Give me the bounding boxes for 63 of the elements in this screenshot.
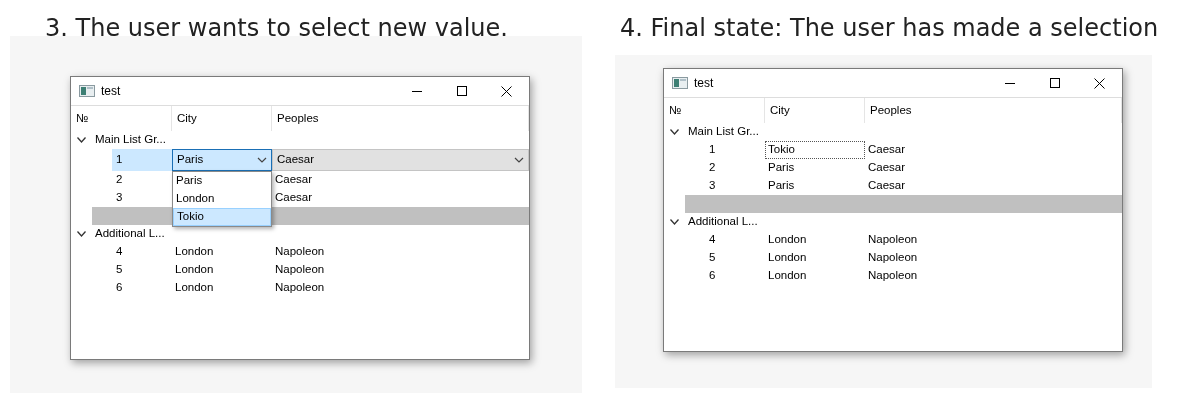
table-cell-text: London xyxy=(174,262,215,278)
table-cell-text: London xyxy=(174,244,215,260)
row-number: 2 xyxy=(708,160,717,176)
people-dropdown[interactable]: Caesar xyxy=(272,149,529,171)
group-header[interactable]: Main List Gr... xyxy=(688,123,759,141)
row-number: 4 xyxy=(708,232,717,248)
window-title: test xyxy=(101,83,121,100)
table-cell-text: London xyxy=(767,268,808,284)
table-cell-text: Paris xyxy=(767,178,796,194)
group-header[interactable]: Additional L... xyxy=(95,225,165,243)
maximize-icon xyxy=(1049,78,1060,88)
group-header[interactable]: Main List Gr... xyxy=(95,131,166,149)
table-cell: Tokio xyxy=(765,141,865,159)
caption: 4. Final state: The user has made a selection xyxy=(620,13,1159,44)
column-header[interactable]: № xyxy=(71,106,172,131)
close-icon xyxy=(1094,77,1105,89)
caption: 3. The user wants to select new value. xyxy=(45,13,508,44)
row-number: 4 xyxy=(115,244,124,260)
maximize-icon xyxy=(456,86,467,96)
column-header[interactable]: Peoples xyxy=(272,106,529,131)
row-number: 6 xyxy=(708,268,717,284)
group-header[interactable]: Additional L... xyxy=(688,213,758,231)
row-number: 3 xyxy=(708,178,717,194)
table-cell-text: Caesar xyxy=(274,190,314,206)
city-dropdown[interactable]: Paris xyxy=(172,149,272,171)
column-header[interactable]: City xyxy=(765,98,865,123)
row-number: 5 xyxy=(708,250,717,266)
table-cell-text: Napoleon xyxy=(867,232,919,248)
column-header[interactable]: № xyxy=(664,98,765,123)
table-cell-text: Napoleon xyxy=(274,280,326,296)
table-cell-text: London xyxy=(174,280,215,296)
chevron-down-icon[interactable] xyxy=(77,231,86,237)
row-number: 6 xyxy=(115,280,124,296)
chevron-down-icon[interactable] xyxy=(670,129,679,135)
table-cell-text: Napoleon xyxy=(867,268,919,284)
dropdown-option[interactable]: Paris xyxy=(173,172,271,190)
row-number: 5 xyxy=(115,262,124,278)
table-cell-text: Napoleon xyxy=(867,250,919,266)
app-icon xyxy=(79,85,95,97)
close-icon xyxy=(501,85,512,97)
table-cell-text: Caesar xyxy=(867,160,907,176)
chevron-down-icon[interactable] xyxy=(77,137,86,143)
table-cell-text: Paris xyxy=(767,160,796,176)
window-title: test xyxy=(694,75,714,92)
row-number: 1 xyxy=(112,149,172,171)
table-cell-text: Caesar xyxy=(274,172,314,188)
row-number: 1 xyxy=(708,142,717,158)
row-number: 2 xyxy=(115,172,124,188)
column-header[interactable]: Peoples xyxy=(865,98,1122,123)
table-cell-text: Napoleon xyxy=(274,244,326,260)
chevron-down-icon[interactable] xyxy=(670,219,679,225)
table-cell-text: Caesar xyxy=(867,178,907,194)
table-cell-text: London xyxy=(767,250,808,266)
caret-icon[interactable] xyxy=(514,157,524,163)
app-icon xyxy=(672,77,688,89)
dropdown-option[interactable]: London xyxy=(173,190,271,208)
caret-icon[interactable] xyxy=(257,157,267,163)
row-number: 3 xyxy=(115,190,124,206)
table-cell-text: Caesar xyxy=(867,142,907,158)
table-cell-text: London xyxy=(767,232,808,248)
column-header[interactable]: City xyxy=(172,106,272,131)
dropdown-option[interactable]: Tokio xyxy=(173,208,271,226)
table-cell-text: Napoleon xyxy=(274,262,326,278)
